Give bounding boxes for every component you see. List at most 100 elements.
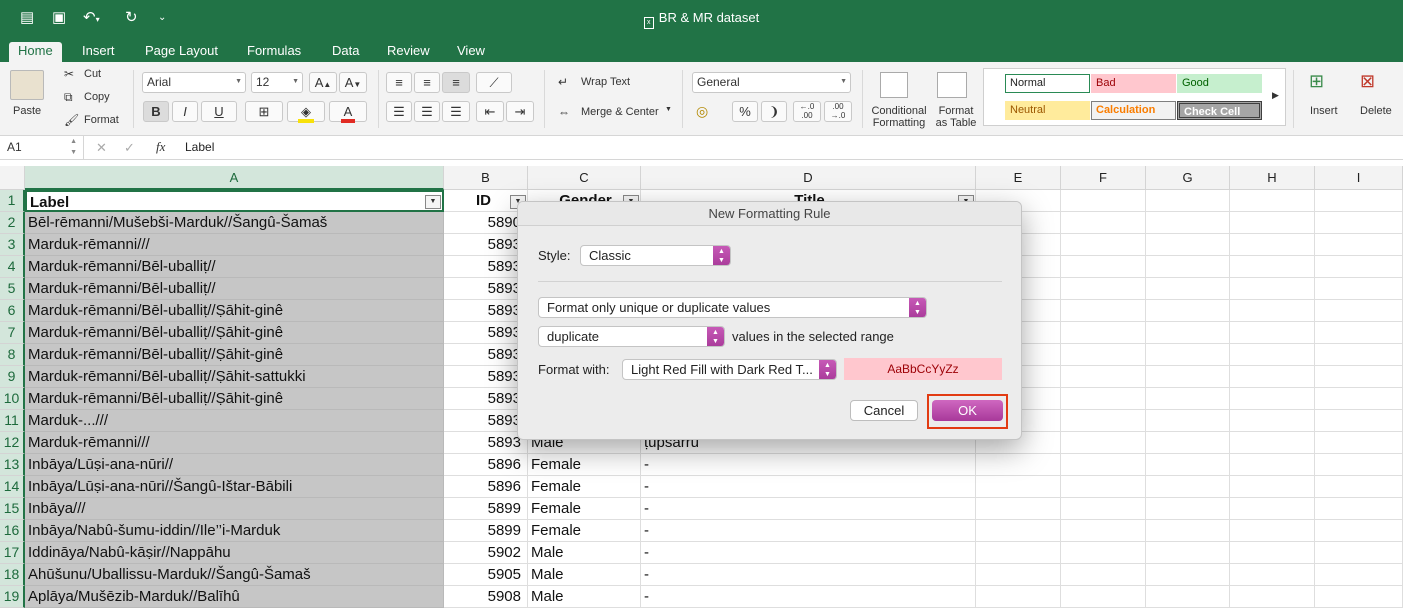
font-size-select[interactable]: 12 ▼: [251, 72, 303, 93]
cell[interactable]: [1230, 564, 1315, 586]
cell-id[interactable]: 5893: [444, 300, 528, 322]
insert-button[interactable]: Insert: [1310, 105, 1338, 117]
column-header-h[interactable]: H: [1230, 166, 1315, 190]
cell-label[interactable]: Inbāya///: [25, 498, 444, 520]
row-header[interactable]: 4: [0, 256, 25, 278]
borders-button[interactable]: ⊞: [245, 101, 283, 122]
row-header[interactable]: 14: [0, 476, 25, 498]
font-name-select[interactable]: Arial ▼: [142, 72, 246, 93]
row-header[interactable]: 8: [0, 344, 25, 366]
cell-label[interactable]: Marduk-...///: [25, 410, 444, 432]
cell[interactable]: [1315, 212, 1403, 234]
cell-gender[interactable]: Female: [528, 454, 641, 476]
currency-icon[interactable]: ◎: [696, 103, 708, 120]
cell[interactable]: [1315, 366, 1403, 388]
cell[interactable]: [976, 476, 1061, 498]
row-header[interactable]: 17: [0, 542, 25, 564]
cell[interactable]: [1230, 366, 1315, 388]
cell[interactable]: [1315, 520, 1403, 542]
cell-label[interactable]: Marduk-rēmanni/Bēl-uballiṭ//Ṣāhit-ginê: [25, 300, 444, 322]
cell-id[interactable]: 5893: [444, 432, 528, 454]
cell[interactable]: [1146, 322, 1230, 344]
row-header[interactable]: 10: [0, 388, 25, 410]
cell-gender[interactable]: Male: [528, 564, 641, 586]
cell[interactable]: [1315, 432, 1403, 454]
filter-dropdown-icon[interactable]: ▼: [425, 195, 441, 209]
style-normal[interactable]: Normal: [1005, 74, 1090, 93]
cell[interactable]: [1315, 454, 1403, 476]
cut-button[interactable]: Cut: [84, 68, 101, 80]
font-color-button[interactable]: A: [329, 101, 367, 123]
cell-label[interactable]: Marduk-rēmanni///: [25, 234, 444, 256]
cell[interactable]: [1230, 520, 1315, 542]
cell-label[interactable]: Inbāya/Nabû-šumu-iddin//Ile’’i-Marduk: [25, 520, 444, 542]
merge-center-button[interactable]: Merge & Center: [581, 106, 659, 118]
cell[interactable]: [976, 542, 1061, 564]
cell[interactable]: [1146, 498, 1230, 520]
align-bottom-button[interactable]: ≡: [442, 72, 470, 93]
cell[interactable]: [1230, 234, 1315, 256]
increase-decimal-button[interactable]: ←.0.00: [793, 101, 821, 122]
align-right-button[interactable]: ☰: [442, 101, 470, 122]
cell[interactable]: [1315, 388, 1403, 410]
cell[interactable]: [1061, 322, 1146, 344]
cell-id[interactable]: 5893: [444, 322, 528, 344]
cell-id[interactable]: 5893: [444, 366, 528, 388]
cell[interactable]: [1230, 322, 1315, 344]
cell-title[interactable]: -: [641, 454, 976, 476]
italic-button[interactable]: I: [172, 101, 198, 122]
cell[interactable]: [1315, 498, 1403, 520]
cell[interactable]: [1230, 344, 1315, 366]
cell[interactable]: [1230, 454, 1315, 476]
cell[interactable]: [1146, 366, 1230, 388]
cell[interactable]: [1061, 256, 1146, 278]
cell-title[interactable]: -: [641, 476, 976, 498]
format-painter-button[interactable]: Format: [84, 114, 119, 126]
delete-button[interactable]: Delete: [1360, 105, 1392, 117]
cell[interactable]: [1315, 300, 1403, 322]
cell[interactable]: [1315, 410, 1403, 432]
cell[interactable]: [976, 498, 1061, 520]
underline-button[interactable]: U: [201, 101, 237, 122]
row-header[interactable]: 6: [0, 300, 25, 322]
cell[interactable]: [1146, 256, 1230, 278]
delete-cells-icon[interactable]: ⊠: [1360, 71, 1375, 92]
column-header-b[interactable]: B: [444, 166, 528, 190]
cell-label[interactable]: Marduk-rēmanni/Bēl-uballiṭ//Ṣāhit-ginê: [25, 388, 444, 410]
row-header[interactable]: 11: [0, 410, 25, 432]
cell[interactable]: [1315, 586, 1403, 608]
cell-gender[interactable]: Female: [528, 476, 641, 498]
cell[interactable]: [1315, 476, 1403, 498]
cell[interactable]: [1230, 476, 1315, 498]
cell[interactable]: [1230, 300, 1315, 322]
cell-id[interactable]: 5893: [444, 344, 528, 366]
row-header[interactable]: 3: [0, 234, 25, 256]
cell[interactable]: [976, 454, 1061, 476]
cell[interactable]: [1230, 410, 1315, 432]
cell[interactable]: [1061, 190, 1146, 212]
cell[interactable]: [1061, 432, 1146, 454]
cell[interactable]: [1230, 498, 1315, 520]
formula-input[interactable]: Label: [185, 140, 214, 154]
paste-icon[interactable]: [10, 70, 44, 100]
align-left-button[interactable]: ☰: [386, 101, 412, 122]
row-header[interactable]: 16: [0, 520, 25, 542]
cell[interactable]: [1146, 586, 1230, 608]
tab-page-layout[interactable]: Page Layout: [136, 42, 227, 62]
align-middle-button[interactable]: ≡: [414, 72, 440, 93]
cell-id[interactable]: 5893: [444, 278, 528, 300]
cell-title[interactable]: -: [641, 542, 976, 564]
row-header[interactable]: 5: [0, 278, 25, 300]
cell[interactable]: [1230, 388, 1315, 410]
style-check-cell[interactable]: Check Cell: [1177, 101, 1262, 120]
cell[interactable]: [1146, 454, 1230, 476]
tab-insert[interactable]: Insert: [73, 42, 124, 62]
conditional-formatting-label-2[interactable]: Formatting: [870, 117, 928, 129]
cell[interactable]: [976, 520, 1061, 542]
align-center-button[interactable]: ☰: [414, 101, 440, 122]
cell[interactable]: [1315, 278, 1403, 300]
tab-formulas[interactable]: Formulas: [238, 42, 310, 62]
orientation-button[interactable]: ⟋: [476, 72, 512, 93]
increase-indent-button[interactable]: ⇥: [506, 101, 534, 122]
increase-font-button[interactable]: A▲: [309, 72, 337, 93]
